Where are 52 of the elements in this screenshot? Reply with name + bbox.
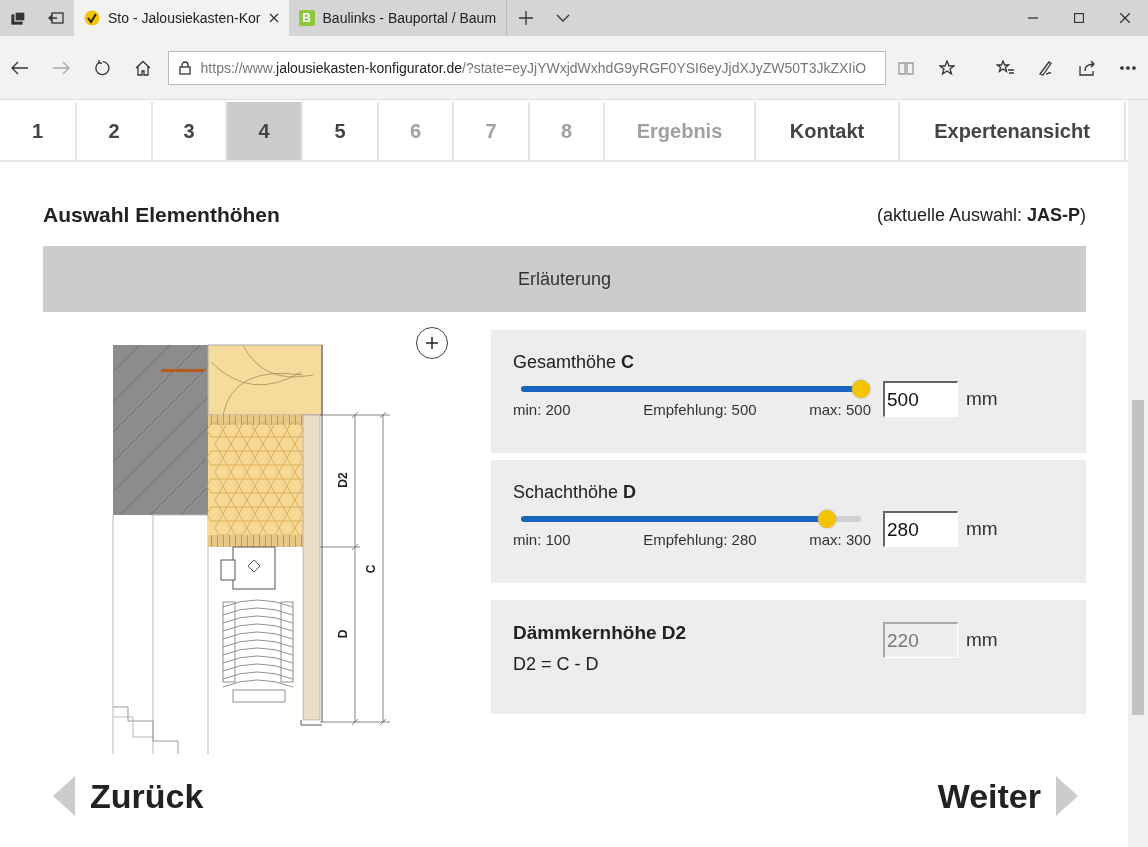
parameter-label: Gesamthöhe C xyxy=(513,352,636,373)
dimension-label: D xyxy=(336,629,350,639)
plus-icon xyxy=(517,10,534,26)
refresh-icon xyxy=(94,59,111,76)
formula-text: D2 = C - D xyxy=(513,654,600,675)
input-field[interactable]: 500 xyxy=(883,381,958,417)
tab-list-icon xyxy=(10,10,27,26)
min-value: min: 100 xyxy=(513,531,571,548)
recommended-value: Empfehlung: 500 xyxy=(643,401,757,418)
tabs-aside-icon xyxy=(47,10,64,26)
home-icon xyxy=(135,59,152,76)
forward-arrow-icon xyxy=(52,60,71,75)
star-icon xyxy=(938,59,955,76)
zoom-button[interactable] xyxy=(416,327,448,359)
input-field[interactable]: 280 xyxy=(883,511,958,547)
share-icon xyxy=(1078,59,1095,76)
lock-icon xyxy=(178,60,191,75)
address-bar[interactable]: https://www.jalousiekasten-konfigurator.de/?state=eyJjYWxjdWxhdG9yRGF0YSI6eyJjdXJyZW50T3JkZXIiO xyxy=(167,50,886,85)
caret-left-icon xyxy=(53,776,75,816)
close-icon xyxy=(1120,13,1130,23)
unit-label: mm xyxy=(966,388,998,410)
pen-icon xyxy=(1037,59,1054,76)
recommended-value: Empfehlung: 280 xyxy=(643,531,757,548)
current-selection: (aktuelle Auswahl: JAS-P) xyxy=(876,204,1086,226)
min-value: min: 200 xyxy=(513,401,571,418)
caret-right-icon xyxy=(1056,776,1078,816)
parameter-label: Dämmkernhöhe D2 xyxy=(513,622,688,644)
step-tab[interactable]: 4 xyxy=(227,102,303,160)
section-title: Auswahl Elementhöhen xyxy=(43,203,280,227)
more-icon xyxy=(1119,65,1136,70)
maximize-icon xyxy=(1074,13,1084,23)
max-value: max: 300 xyxy=(809,531,871,548)
browser-tab[interactable]: Sto - Jalousiekasten-Kor xyxy=(74,0,289,36)
scrollbar-thumb[interactable] xyxy=(1132,400,1144,715)
favicon-icon xyxy=(84,10,100,26)
explanation-bar[interactable]: Erläuterung xyxy=(43,246,1086,312)
chevron-down-icon xyxy=(555,14,570,22)
next-button[interactable]: Weiter xyxy=(937,774,1078,818)
favicon-icon: B xyxy=(298,10,315,26)
plus-icon xyxy=(426,337,438,349)
slider[interactable] xyxy=(521,379,869,399)
unit-label: mm xyxy=(966,629,998,651)
unit-label: mm xyxy=(966,518,998,540)
max-value: max: 500 xyxy=(809,401,871,418)
back-button[interactable]: Zurück xyxy=(53,774,204,818)
dimension-label: C xyxy=(364,564,378,574)
parameter-label: Schachthöhe D xyxy=(513,482,638,503)
book-icon xyxy=(898,60,914,75)
dimension-label: D2 xyxy=(336,472,350,488)
favorites-list-icon xyxy=(995,59,1014,76)
close-icon xyxy=(268,13,279,23)
back-arrow-icon xyxy=(11,60,30,75)
